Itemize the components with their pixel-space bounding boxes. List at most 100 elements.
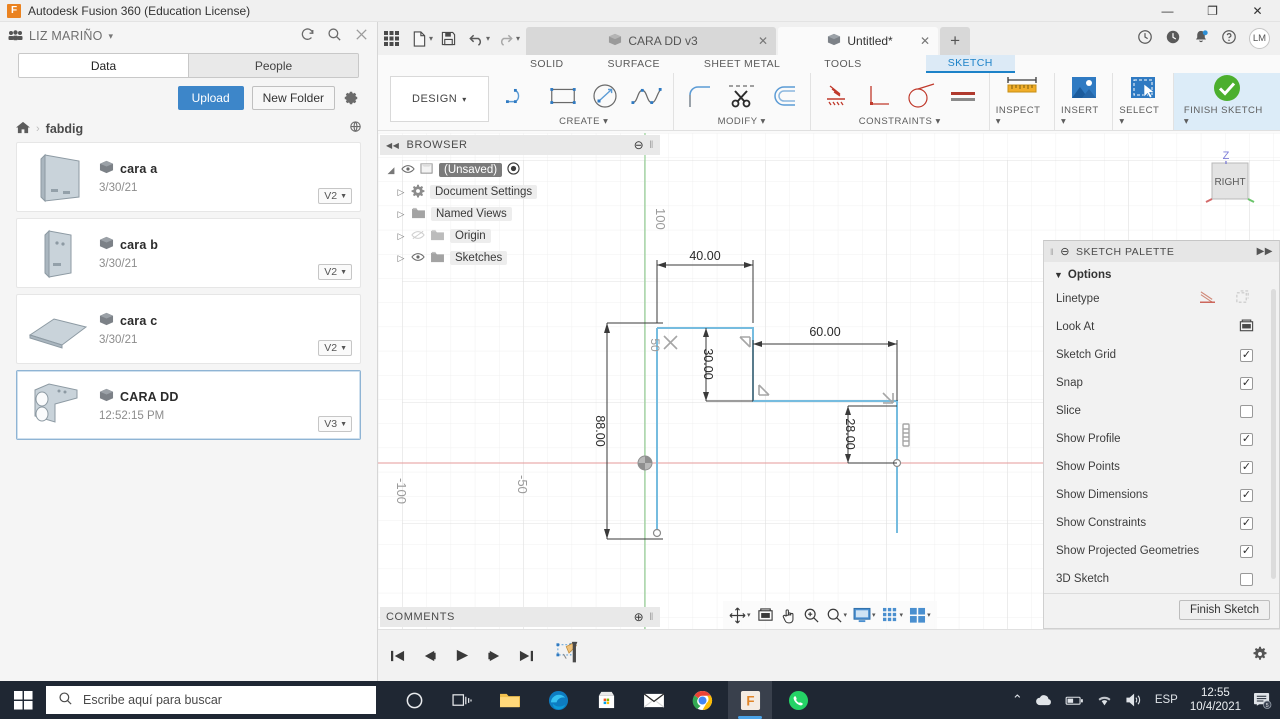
palette-row-show-dimensions[interactable]: Show Dimensions: [1044, 481, 1279, 509]
show-projected-geometries-checkbox[interactable]: [1240, 544, 1253, 558]
zoom-window-icon[interactable]: [801, 605, 822, 626]
expand-triangle-icon[interactable]: ◢: [386, 165, 396, 176]
browser-row-unsaved[interactable]: ◢ (Unsaved): [380, 159, 660, 181]
whatsapp-icon[interactable]: [776, 681, 820, 719]
job-status-icon[interactable]: [1137, 29, 1153, 48]
google-chrome-icon[interactable]: [680, 681, 724, 719]
tab-sheet-metal[interactable]: SHEET METAL: [682, 55, 802, 73]
palette-scrollbar[interactable]: [1271, 289, 1276, 579]
cortana-icon[interactable]: [392, 681, 436, 719]
browser-row-origin[interactable]: ▷ Origin: [380, 225, 660, 247]
sketch-canvas[interactable]: 100 -50 -100 40.00 60.00 30.00 28.00 88.…: [378, 133, 1280, 629]
palette-row-show-projected-geometries[interactable]: Show Projected Geometries: [1044, 537, 1279, 565]
list-item[interactable]: cara a 3/30/21 V2 ▼: [16, 142, 361, 212]
zoom-icon[interactable]: ▾: [824, 605, 850, 626]
minus-icon[interactable]: ⊖: [634, 138, 645, 152]
version-badge[interactable]: V2 ▼: [318, 188, 352, 204]
orbit-icon[interactable]: ▾: [727, 605, 753, 626]
show-constraints-checkbox[interactable]: [1240, 516, 1253, 530]
step-forward-icon[interactable]: [484, 646, 504, 666]
palette-row-linetype[interactable]: Linetype: [1044, 285, 1279, 313]
go-to-end-icon[interactable]: [516, 646, 536, 666]
palette-row-look-at[interactable]: Look At: [1044, 313, 1279, 341]
minus-icon[interactable]: ⊖: [1060, 245, 1070, 258]
show-profile-checkbox[interactable]: [1240, 432, 1253, 446]
tab-people[interactable]: People: [189, 54, 358, 77]
browser-row-document-settings[interactable]: ▷ Document Settings: [380, 181, 660, 203]
design-workspace-selector[interactable]: DESIGN ▾: [390, 76, 489, 122]
browser-row-sketches[interactable]: ▷ Sketches: [380, 247, 660, 269]
palette-row-sketch-grid[interactable]: Sketch Grid: [1044, 341, 1279, 369]
eye-icon[interactable]: [411, 252, 425, 265]
close-panel-icon[interactable]: [354, 27, 369, 45]
minimize-button[interactable]: —: [1145, 0, 1190, 22]
microsoft-store-icon[interactable]: [584, 681, 628, 719]
select-window-icon[interactable]: [1123, 71, 1163, 105]
fusion-360-icon[interactable]: F: [728, 681, 772, 719]
upload-button[interactable]: Upload: [177, 86, 244, 110]
document-tab-cara-dd[interactable]: CARA DD v3 ✕: [526, 27, 777, 55]
finish-sketch-check-icon[interactable]: [1207, 71, 1247, 105]
hub-name[interactable]: LIZ MARIÑO: [29, 29, 103, 43]
app-grid-icon[interactable]: [378, 25, 405, 52]
version-badge[interactable]: V3 ▼: [318, 416, 352, 432]
timeline-settings-icon[interactable]: [1252, 646, 1268, 665]
show-points-checkbox[interactable]: [1240, 460, 1253, 474]
tab-surface[interactable]: SURFACE: [586, 55, 682, 73]
maximize-button[interactable]: ❐: [1190, 0, 1235, 22]
battery-icon[interactable]: [1065, 694, 1084, 707]
look-at-icon[interactable]: [755, 605, 776, 625]
language-indicator[interactable]: ESP: [1155, 694, 1178, 706]
task-view-icon[interactable]: [440, 681, 484, 719]
windows-start-icon[interactable]: [0, 681, 46, 719]
sketch-feature-icon[interactable]: [556, 641, 582, 670]
undo-icon[interactable]: [462, 25, 489, 52]
viewports-icon[interactable]: ▾: [907, 605, 933, 625]
options-section-header[interactable]: ▼ Options: [1044, 262, 1279, 285]
breadcrumb-folder[interactable]: fabdig: [46, 122, 84, 136]
insert-image-icon[interactable]: [1064, 71, 1104, 105]
chevron-right-icon[interactable]: ▷: [396, 253, 406, 264]
palette-row-slice[interactable]: Slice: [1044, 397, 1279, 425]
play-icon[interactable]: [452, 646, 472, 666]
look-at-icon[interactable]: [1238, 318, 1255, 337]
tangent-icon[interactable]: [901, 79, 941, 113]
construction-line-icon[interactable]: [1199, 290, 1216, 308]
eye-icon[interactable]: [401, 164, 415, 177]
help-icon[interactable]: [1221, 29, 1237, 48]
mail-icon[interactable]: [632, 681, 676, 719]
gear-icon[interactable]: [343, 90, 359, 106]
add-comment-icon[interactable]: ⊕: [634, 610, 645, 624]
home-icon[interactable]: [16, 121, 30, 137]
search-input[interactable]: Escribe aquí para buscar: [46, 686, 376, 714]
globe-icon[interactable]: [348, 120, 363, 138]
palette-row-show-profile[interactable]: Show Profile: [1044, 425, 1279, 453]
tab-tools[interactable]: TOOLS: [802, 55, 883, 73]
document-tab-untitled[interactable]: Untitled* ✕: [778, 27, 939, 55]
grip-icon[interactable]: ‖: [1050, 247, 1054, 257]
centerline-icon[interactable]: [1234, 290, 1251, 308]
grid-settings-icon[interactable]: ▾: [880, 605, 906, 625]
chevron-right-icon[interactable]: ▷: [396, 231, 406, 242]
chevron-down-icon[interactable]: ▾: [429, 34, 433, 43]
chevron-right-icon[interactable]: ▷: [396, 187, 406, 198]
pan-icon[interactable]: [778, 605, 799, 626]
sketch-line-icon[interactable]: [501, 79, 541, 113]
display-settings-icon[interactable]: ▾: [851, 605, 878, 625]
close-icon[interactable]: ✕: [920, 34, 930, 48]
search-icon[interactable]: [327, 27, 342, 45]
version-badge[interactable]: V2 ▼: [318, 264, 352, 280]
chevron-down-icon[interactable]: ▾: [516, 34, 520, 43]
palette-row-show-constraints[interactable]: Show Constraints: [1044, 509, 1279, 537]
save-icon[interactable]: [435, 25, 462, 52]
comments-panel[interactable]: COMMENTS ⊕ ‖: [380, 607, 660, 627]
version-badge[interactable]: V2 ▼: [318, 340, 352, 356]
redo-icon[interactable]: [492, 25, 519, 52]
close-button[interactable]: ✕: [1235, 0, 1280, 22]
measure-icon[interactable]: [1002, 71, 1042, 105]
chevron-up-icon[interactable]: ⌃: [1012, 692, 1023, 708]
browser-row-named-views[interactable]: ▷ Named Views: [380, 203, 660, 225]
perpendicular-icon[interactable]: [859, 79, 899, 113]
snap-checkbox[interactable]: [1240, 376, 1253, 390]
fix-constraint-icon[interactable]: [817, 79, 857, 113]
